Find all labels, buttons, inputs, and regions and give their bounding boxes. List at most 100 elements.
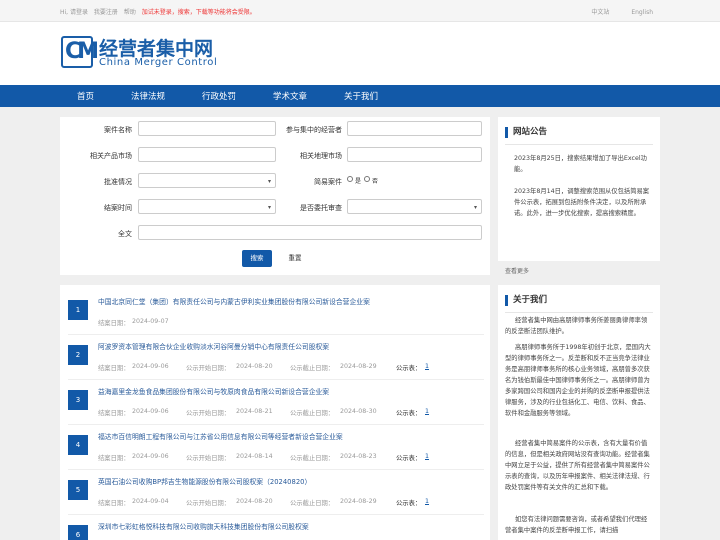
announcement-title: 网站公告: [505, 127, 547, 138]
result-number: 2: [68, 345, 88, 365]
nav-about[interactable]: 关于我们: [344, 90, 378, 102]
close-time-label: 结案时间: [104, 204, 132, 212]
simple-case-label: 简易案件: [314, 178, 342, 186]
result-title-link[interactable]: 福达市百信明朗工程有限公司与江苏省公用信息有限公司等经营者新设合营企业案: [98, 431, 343, 441]
geo-market-input[interactable]: [347, 147, 482, 162]
result-title-link[interactable]: 深圳市七彩虹格悦科技有限公司收购旗天科技集团股份有限公司股权案: [98, 521, 309, 531]
case-name-label: 案件名称: [104, 126, 132, 134]
entrusted-select[interactable]: ▾: [347, 199, 482, 214]
about-panel: 关于我们 经营者集中网由高朋律师事务所姜丽勇律师率领的反垄断法团队维护。 高朋律…: [498, 285, 660, 540]
language-switch: 中文站 English: [571, 7, 653, 16]
announcement-item[interactable]: 2023年8月25日，搜索结果增加了导出Excel功能。: [514, 153, 652, 175]
result-number: 1: [68, 300, 88, 320]
publicity-end-value: 2024-08-29: [340, 363, 377, 370]
result-number: 4: [68, 435, 88, 455]
site-logo-icon[interactable]: CM: [61, 36, 99, 68]
about-paragraph: 经营者集中简易案件的公示表，含有大量有价值的信息，但是相关政府网站没有查询功能。…: [505, 440, 650, 491]
parties-input[interactable]: [347, 121, 482, 136]
close-date-value: 2024-09-06: [132, 453, 169, 460]
chevron-down-icon: ▾: [473, 204, 477, 211]
publicity-table-link[interactable]: 1: [425, 498, 429, 505]
publicity-start-value: 2024-08-20: [236, 498, 273, 505]
chevron-down-icon: ▾: [267, 204, 271, 211]
publicity-table-label: 公示表：: [396, 455, 422, 462]
publicity-end-value: 2024-08-29: [340, 498, 377, 505]
result-row: 1 中国北京同仁堂（集团）有限责任公司与内蒙古伊利实业集团股份有限公司新设合营企…: [68, 290, 484, 335]
close-date-value: 2024-09-06: [132, 408, 169, 415]
simple-case-yes-label: 是: [355, 178, 362, 185]
lang-en-link[interactable]: English: [631, 9, 653, 16]
nav-articles[interactable]: 学术文章: [273, 90, 307, 102]
result-title-link[interactable]: 阿波罗资本管理有限合伙企业收购淡水河谷阿曼分销中心有限责任公司股权案: [98, 341, 329, 351]
fulltext-label: 全文: [118, 230, 132, 238]
about-title: 关于我们: [505, 295, 547, 306]
login-notice: 加试未登录，搜索，下载等功能将会受限。: [141, 9, 256, 16]
result-number: 5: [68, 480, 88, 500]
nav-home[interactable]: 首页: [77, 90, 94, 102]
publicity-end-label: 公示截止日期：: [290, 365, 335, 372]
approval-select[interactable]: ▾: [138, 173, 276, 188]
product-market-label: 相关产品市场: [90, 152, 132, 160]
publicity-table-label: 公示表：: [396, 365, 422, 372]
simple-case-no-label: 否: [372, 178, 379, 185]
close-date-label: 结案日期：: [98, 365, 130, 372]
main-nav: 首页 法律法规 行政处罚 学术文章 关于我们: [0, 85, 720, 107]
result-title-link[interactable]: 中国北京同仁堂（集团）有限责任公司与内蒙古伊利实业集团股份有限公司新设合营企业案: [98, 296, 370, 306]
case-name-input[interactable]: [138, 121, 276, 136]
result-row: 6 深圳市七彩虹格悦科技有限公司收购旗天科技集团股份有限公司股权案: [68, 515, 484, 540]
geo-market-label: 相关地理市场: [300, 152, 342, 160]
close-time-select[interactable]: ▾: [138, 199, 276, 214]
nav-penalties[interactable]: 行政处罚: [202, 90, 236, 102]
reset-button[interactable]: 重置: [282, 250, 308, 267]
register-link[interactable]: 我要注册: [94, 9, 118, 16]
publicity-start-label: 公示开始日期：: [186, 365, 231, 372]
publicity-start-label: 公示开始日期：: [186, 455, 231, 462]
publicity-table-link[interactable]: 1: [425, 453, 429, 460]
close-date-label: 结案日期：: [98, 455, 130, 462]
login-link[interactable]: Hi, 请登录: [60, 9, 88, 16]
simple-case-no-radio[interactable]: [364, 176, 370, 182]
publicity-table-label: 公示表：: [396, 410, 422, 417]
lang-cn-link[interactable]: 中文站: [591, 9, 609, 16]
close-date-label: 结案日期：: [98, 320, 130, 327]
parties-label: 参与集中的经营者: [286, 126, 342, 134]
publicity-end-value: 2024-08-30: [340, 408, 377, 415]
publicity-end-label: 公示截止日期：: [290, 410, 335, 417]
top-bar-left: Hi, 请登录 我要注册 帮助 加试未登录，搜索，下载等功能将会受限。: [60, 7, 260, 16]
results-list: 1 中国北京同仁堂（集团）有限责任公司与内蒙古伊利实业集团股份有限公司新设合营企…: [60, 285, 490, 540]
simple-case-yes-radio[interactable]: [347, 176, 353, 182]
fulltext-input[interactable]: [138, 225, 482, 240]
close-date-value: 2024-09-07: [132, 318, 169, 325]
divider: [505, 144, 653, 145]
search-button[interactable]: 搜索: [242, 250, 272, 267]
search-panel: 案件名称 参与集中的经营者 相关产品市场 相关地理市场 批准情况 ▾ 简易案件 …: [60, 117, 490, 275]
result-title-link[interactable]: 英国石油公司收购BP邦吉生物能源股份有限公司股权案（20240820）: [98, 476, 311, 486]
about-paragraph: 如您有法律问题需要咨询，或者希望我们代理经营者集中案件的反垄断申报工作，请扫描: [505, 516, 648, 534]
chevron-down-icon: ▾: [267, 178, 271, 185]
top-bar: Hi, 请登录 我要注册 帮助 加试未登录，搜索，下载等功能将会受限。 中文站 …: [0, 0, 720, 22]
result-number: 3: [68, 390, 88, 410]
publicity-table-link[interactable]: 1: [425, 408, 429, 415]
publicity-table-link[interactable]: 1: [425, 363, 429, 370]
nav-laws[interactable]: 法律法规: [131, 90, 165, 102]
about-paragraph: 经营者集中网由高朋律师事务所姜丽勇律师率领的反垄断法团队维护。: [505, 317, 648, 335]
announcement-more-link[interactable]: 查看更多: [505, 266, 529, 275]
publicity-start-value: 2024-08-20: [236, 363, 273, 370]
publicity-end-label: 公示截止日期：: [290, 500, 335, 507]
result-title-link[interactable]: 益海嘉里金龙鱼食品集团股份有限公司与牧原肉食品有限公司新设合营企业案: [98, 386, 329, 396]
publicity-start-value: 2024-08-21: [236, 408, 273, 415]
site-name-en: China Merger Control: [99, 57, 218, 68]
result-row: 5 英国石油公司收购BP邦吉生物能源股份有限公司股权案（20240820） 结案…: [68, 470, 484, 515]
product-market-input[interactable]: [138, 147, 276, 162]
site-header: CM 经营者集中网 China Merger Control: [0, 22, 720, 85]
publicity-start-value: 2024-08-14: [236, 453, 273, 460]
close-date-value: 2024-09-06: [132, 363, 169, 370]
help-link[interactable]: 帮助: [124, 9, 136, 16]
entrusted-label: 是否委托审查: [300, 204, 342, 212]
announcement-item[interactable]: 2023年8月14日，调整搜索范围从仅包括简易案件公示表，拓展到包括附条件决定，…: [514, 186, 652, 219]
publicity-start-label: 公示开始日期：: [186, 410, 231, 417]
divider: [505, 312, 653, 313]
result-row: 4 福达市百信明朗工程有限公司与江苏省公用信息有限公司等经营者新设合营企业案 结…: [68, 425, 484, 470]
publicity-end-label: 公示截止日期：: [290, 455, 335, 462]
publicity-end-value: 2024-08-23: [340, 453, 377, 460]
